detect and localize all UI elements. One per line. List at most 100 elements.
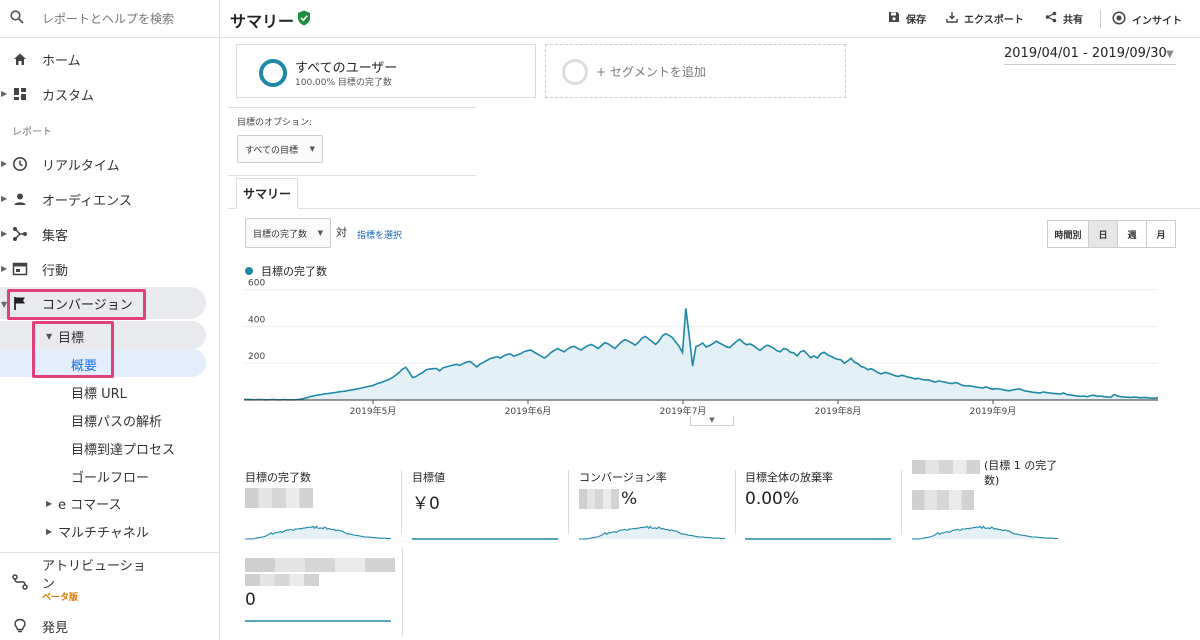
search-icon [10, 10, 24, 27]
sidebar-item-custom[interactable]: ▶ カスタム [0, 77, 219, 112]
main-content: すべてのユーザー 100.00% 目標の完了数 + セグメントを追加 2019/… [228, 38, 1200, 640]
insights-button[interactable]: インサイト [1112, 11, 1182, 28]
divider [228, 175, 476, 176]
sidebar: レポートとヘルプを検索 ホーム ▶ カスタム レポート ▶ リアルタイム ▶ オ… [0, 0, 220, 640]
share-icon [1045, 11, 1057, 26]
time-week-button[interactable]: 週 [1117, 220, 1147, 248]
x-tick-label: 2019年8月 [815, 405, 862, 417]
sidebar-item-behavior[interactable]: ▶ 行動 [0, 252, 219, 287]
metric-select[interactable]: 目標の完了数 ▼ [245, 218, 331, 248]
person-icon [12, 191, 28, 207]
chevron-down-icon[interactable]: ▼ [1166, 49, 1174, 60]
time-granularity-group: 時間別 日 週 月 [1047, 220, 1176, 248]
metric-divider [402, 548, 403, 636]
redacted-goal-name [912, 460, 980, 474]
sidebar-item-attribution[interactable]: アトリビューション ベータ版 [0, 556, 219, 606]
insights-icon [1112, 11, 1126, 28]
sidebar-item-ecommerce[interactable]: e コマース [58, 494, 121, 513]
metric-goal-custom[interactable]: 0 [245, 554, 399, 634]
page-title: サマリー [230, 12, 295, 31]
sidebar-item-multichannel[interactable]: マルチチャネル [58, 522, 149, 541]
sparkline-flat [412, 538, 558, 540]
sparkline [912, 525, 1059, 540]
empty-segment-ring-icon [562, 59, 588, 85]
sidebar-item-discover[interactable]: 発見 [0, 609, 219, 640]
expand-caret-icon: ▶ [46, 499, 53, 508]
time-day-button[interactable]: 日 [1088, 220, 1118, 248]
chart-resize-handle[interactable]: ▼ [690, 416, 734, 426]
metric-conversion-rate[interactable]: コンバージョン率 % [579, 470, 733, 546]
export-button[interactable]: エクスポート [946, 11, 1024, 26]
segment-ring-icon [259, 59, 287, 87]
export-icon [946, 11, 958, 26]
metric-goal-value[interactable]: 目標値 ￥0 [412, 470, 566, 546]
goals-highlight [32, 321, 114, 378]
chart-legend: 目標の完了数 [245, 263, 327, 279]
sidebar-item-realtime[interactable]: ▶ リアルタイム [0, 147, 219, 182]
series-area [244, 308, 1158, 400]
tab-summary[interactable]: サマリー [236, 178, 298, 209]
redacted-goal-name [245, 574, 319, 586]
metric-goal-completions[interactable]: 目標の完了数 [245, 470, 399, 546]
y-tick-label: 600 [248, 279, 265, 289]
metric-abandonment-rate[interactable]: 目標全体の放棄率 0.00% [745, 470, 899, 546]
save-button[interactable]: 保存 [888, 11, 926, 26]
dropdown-arrow-icon: ▼ [309, 145, 315, 153]
redacted-value [579, 489, 619, 509]
tab-baseline [228, 208, 1200, 209]
report-search[interactable]: レポートとヘルプを検索 [0, 0, 219, 38]
x-tick-label: 2019年9月 [970, 405, 1017, 417]
select-metric-link[interactable]: 指標を選択 [357, 228, 402, 241]
time-hourly-button[interactable]: 時間別 [1047, 220, 1089, 248]
metric-divider [401, 470, 402, 534]
verified-check-icon [297, 10, 311, 29]
sparkline [245, 525, 392, 540]
vs-label: 対 [336, 226, 347, 239]
sidebar-item-goal-flow[interactable]: ゴールフロー [71, 467, 149, 486]
sidebar-item-reverse-goal-path[interactable]: 目標パスの解析 [71, 411, 162, 430]
behavior-icon [12, 261, 28, 277]
sidebar-item-acquisition[interactable]: ▶ 集客 [0, 217, 219, 252]
metric-goal1-completions[interactable]: (目標 1 の完了数) [912, 458, 1066, 546]
y-tick-label: 200 [248, 352, 265, 362]
expand-caret-icon: ▶ [46, 527, 53, 536]
segment-all-users[interactable]: すべてのユーザー 100.00% 目標の完了数 [236, 44, 536, 98]
conversions-highlight [7, 289, 146, 320]
lightbulb-icon [12, 618, 28, 634]
redacted-goal-name [245, 558, 395, 572]
sidebar-item-goal-url[interactable]: 目標 URL [71, 383, 127, 402]
divider [228, 107, 476, 108]
goal-options-label: 目標のオプション: [237, 118, 313, 128]
acquisition-icon [12, 226, 28, 242]
goal-options-select[interactable]: すべての目標 ▼ [237, 135, 323, 163]
reports-section-label: レポート [12, 127, 52, 138]
legend-label: 目標の完了数 [261, 265, 327, 278]
beta-badge: ベータ版 [42, 593, 79, 603]
expand-caret-icon: ▶ [1, 159, 8, 168]
search-input[interactable]: レポートとヘルプを検索 [42, 10, 174, 27]
toolbar-divider [1100, 10, 1101, 28]
share-button[interactable]: 共有 [1045, 11, 1083, 26]
time-month-button[interactable]: 月 [1146, 220, 1176, 248]
legend-dot [245, 267, 253, 275]
metric-divider [735, 470, 736, 534]
sparkline-flat [745, 538, 891, 540]
redacted-value [245, 488, 313, 508]
sidebar-item-home[interactable]: ホーム [0, 42, 219, 77]
sidebar-item-audience[interactable]: ▶ オーディエンス [0, 182, 219, 217]
expand-caret-icon: ▶ [1, 264, 8, 273]
goal-completions-chart: 2004006002019年5月 2019年6月 2019年7月 2019年8月 201… [243, 279, 1159, 417]
date-range-picker[interactable]: 2019/04/01 - 2019/09/30 [1004, 46, 1176, 65]
metric-divider [901, 470, 902, 534]
dropdown-arrow-icon: ▼ [317, 229, 323, 237]
y-tick-label: 400 [248, 315, 265, 325]
metric-divider [568, 470, 569, 534]
sidebar-item-funnel[interactable]: 目標到達プロセス [71, 439, 175, 458]
attribution-icon [12, 574, 28, 593]
x-tick-label: 2019年6月 [505, 405, 552, 417]
clock-icon [12, 156, 28, 172]
sparkline [579, 525, 726, 540]
expand-caret-icon: ▶ [1, 229, 8, 238]
add-segment-button[interactable]: + セグメントを追加 [545, 44, 846, 98]
top-bar: サマリー 保存 エクスポート 共有 インサイト [220, 0, 1200, 38]
